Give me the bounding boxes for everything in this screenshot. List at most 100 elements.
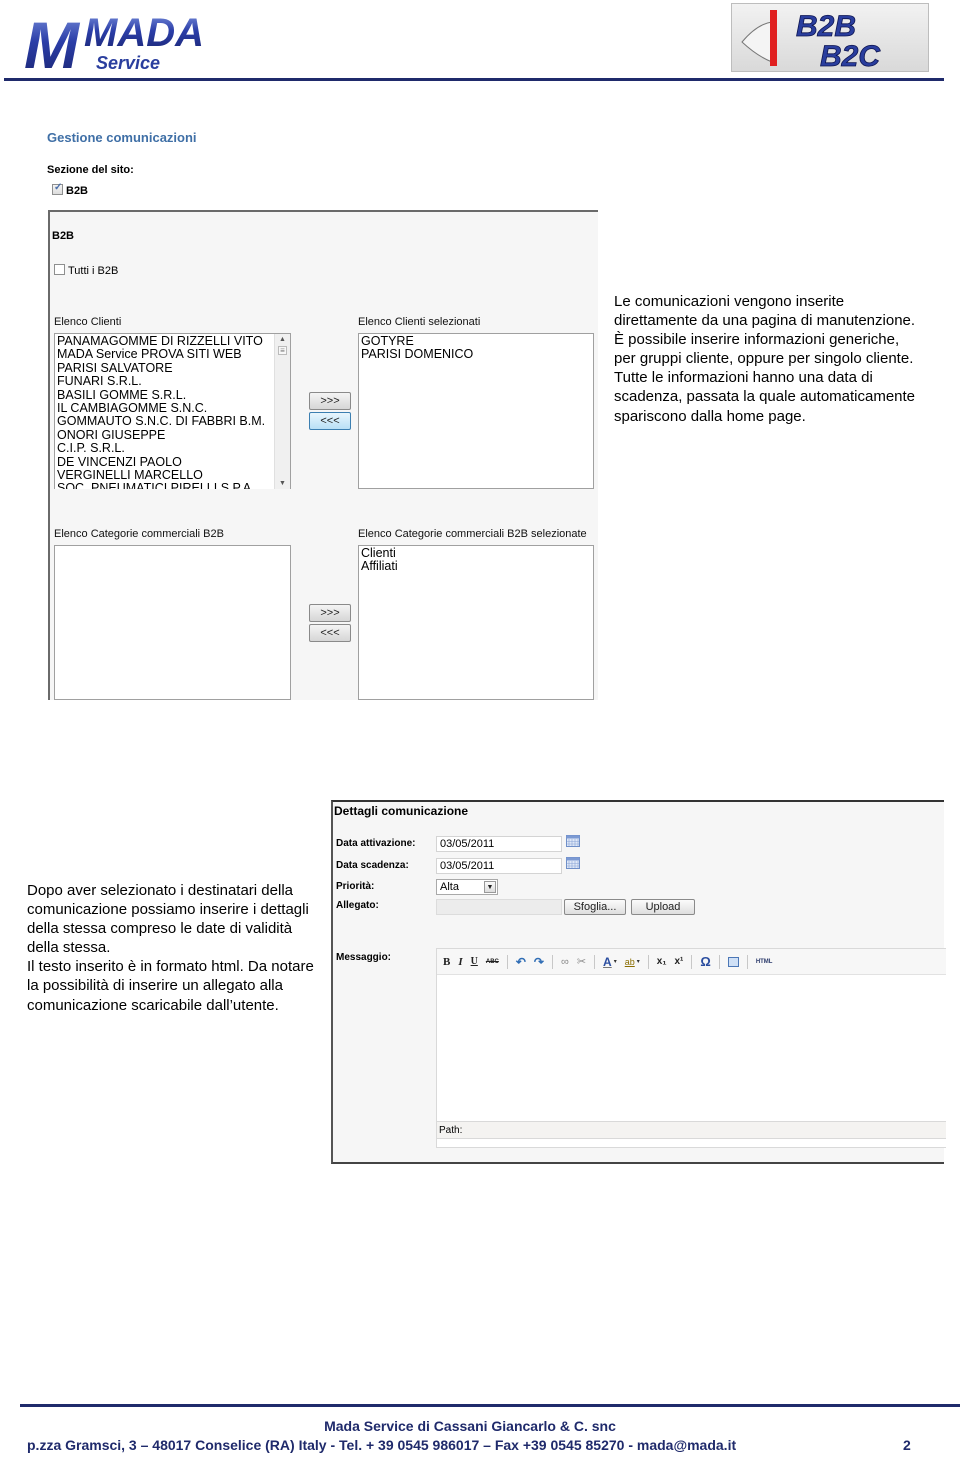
cliente-option[interactable]: SOC. PNEUMATICI PIRELLI S.P.A.	[55, 482, 290, 489]
clienti-selezionati-list[interactable]: GOTYRE PARISI DOMENICO	[358, 333, 594, 489]
b2b-panel-label: B2B	[52, 230, 75, 242]
categorie-selezionate-label: Elenco Categorie commerciali B2B selezio…	[358, 528, 587, 540]
cliente-option[interactable]: GOMMAUTO S.N.C. DI FABBRI B.M.	[55, 415, 290, 429]
unlink-icon[interactable]: ✂	[577, 956, 586, 968]
data-attivazione-label: Data attivazione:	[336, 838, 416, 849]
clienti-scrollbar[interactable]: ▲ ≡ ▼	[274, 334, 290, 489]
bold-icon[interactable]: B	[443, 956, 450, 968]
remove-categoria-button[interactable]: <<<	[309, 624, 351, 642]
add-categoria-button[interactable]: >>>	[309, 604, 351, 622]
toolbar-separator	[718, 954, 720, 969]
scroll-thumb[interactable]: ≡	[278, 346, 287, 355]
page-number: 2	[903, 1437, 911, 1453]
superscript-icon[interactable]: x¹	[674, 956, 683, 968]
toolbar-separator	[647, 954, 649, 969]
selected-categoria-option[interactable]: Affiliati	[359, 559, 593, 573]
b2b-panel: B2B Tutti i B2B Elenco Clienti PANAMAGOM…	[48, 210, 598, 700]
upload-button[interactable]: Upload	[631, 899, 695, 915]
italic-icon[interactable]: I	[458, 956, 462, 968]
categorie-label: Elenco Categorie commerciali B2B	[54, 528, 224, 540]
sfoglia-button[interactable]: Sfoglia...	[564, 899, 626, 915]
highlight-dropdown-icon[interactable]: ▾	[637, 956, 640, 968]
priorita-select[interactable]: Alta ▼	[436, 879, 498, 895]
subscript-icon[interactable]: x₁	[657, 956, 667, 968]
cliente-option[interactable]: MADA Service PROVA SITI WEB	[55, 347, 290, 361]
logo-b2b-text: B2B	[796, 10, 856, 43]
footer-divider	[20, 1404, 960, 1407]
intro-paragraph: Le comunicazioni vengono inserite dirett…	[614, 293, 916, 425]
special-char-icon[interactable]: Ω	[700, 955, 710, 968]
harp-icon	[741, 21, 773, 63]
tutti-b2b-checkbox[interactable]	[54, 264, 65, 275]
undo-icon[interactable]: ↶	[516, 956, 526, 968]
logo-red-bar	[770, 10, 777, 66]
cliente-option[interactable]: DE VINCENZI PAOLO	[55, 455, 290, 469]
remove-cliente-button[interactable]: <<<	[309, 412, 351, 430]
scroll-down-arrow-icon[interactable]: ▼	[279, 480, 286, 487]
toolbar-separator	[746, 954, 748, 969]
data-attivazione-input[interactable]: 03/05/2011	[436, 836, 562, 852]
font-color-dropdown-icon[interactable]: ▾	[614, 956, 617, 968]
logo-letter-m: M	[24, 8, 81, 72]
strikethrough-icon[interactable]: ABC	[486, 956, 499, 968]
toolbar-separator	[691, 954, 693, 969]
selected-categoria-option[interactable]: Clienti	[359, 546, 593, 560]
cliente-option[interactable]: ONORI GIUSEPPE	[55, 428, 290, 442]
b2b-checkbox[interactable]	[52, 182, 63, 195]
chevron-down-icon[interactable]: ▼	[484, 881, 496, 893]
categorie-list[interactable]	[54, 545, 291, 700]
cliente-option[interactable]: BASILI GOMME S.R.L.	[55, 388, 290, 402]
elenco-clienti-list[interactable]: PANAMAGOMME DI RIZZELLI VITO MADA Servic…	[54, 333, 291, 489]
highlight-color-icon[interactable]: ab	[625, 956, 635, 968]
tutti-b2b-label: Tutti i B2B	[68, 265, 119, 277]
cliente-option[interactable]: IL CAMBIAGOMME S.N.C.	[55, 401, 290, 415]
data-scadenza-label: Data scadenza:	[336, 860, 409, 871]
clienti-selezionati-label: Elenco Clienti selezionati	[358, 316, 481, 328]
categorie-selezionate-list[interactable]: Clienti Affiliati	[358, 545, 594, 700]
b2b-checkbox-row[interactable]: B2B	[52, 182, 88, 197]
link-icon[interactable]: ∞	[561, 956, 569, 968]
font-color-icon[interactable]: A	[603, 956, 612, 968]
allegato-file-input[interactable]	[436, 899, 562, 915]
scroll-up-arrow-icon[interactable]: ▲	[279, 336, 286, 343]
editor-path-bar: Path:	[437, 1121, 946, 1139]
cliente-option[interactable]: PARISI SALVATORE	[55, 361, 290, 375]
footer-address: p.zza Gramsci, 3 – 48017 Conselice (RA) …	[27, 1437, 737, 1453]
allegato-label: Allegato:	[336, 900, 379, 911]
html-editor[interactable]: B I U ABC ↶ ↷ ∞ ✂ A ▾ ab ▾ x₁ x¹ Ω HTML …	[436, 948, 946, 1148]
cliente-option[interactable]: PANAMAGOMME DI RIZZELLI VITO	[55, 334, 290, 348]
b2b-b2c-logo: B2B B2C	[731, 3, 929, 73]
toolbar-separator	[551, 954, 553, 969]
tutti-b2b-row[interactable]: Tutti i B2B	[54, 264, 118, 277]
dettagli-title: Dettagli comunicazione	[334, 804, 469, 818]
toolbar-separator	[506, 954, 508, 969]
underline-icon[interactable]: U	[471, 956, 478, 968]
logo-sub-text: Service	[96, 53, 160, 72]
calendar-icon[interactable]	[566, 835, 580, 847]
redo-icon[interactable]: ↷	[534, 956, 544, 968]
details-paragraph: Dopo aver selezionato i destinatari dell…	[27, 882, 314, 1014]
cliente-option[interactable]: VERGINELLI MARCELLO	[55, 468, 290, 482]
selected-cliente-option[interactable]: PARISI DOMENICO	[359, 347, 593, 361]
elenco-clienti-label: Elenco Clienti	[54, 316, 122, 328]
logo-main-text: MADA	[84, 11, 204, 55]
data-scadenza-input[interactable]: 03/05/2011	[436, 858, 562, 874]
cliente-option[interactable]: FUNARI S.R.L.	[55, 374, 290, 388]
selected-cliente-option[interactable]: GOTYRE	[359, 334, 593, 348]
html-source-icon[interactable]: HTML	[756, 956, 773, 968]
table-icon[interactable]	[727, 956, 739, 967]
priorita-label: Priorità:	[336, 881, 375, 892]
toolbar-separator	[594, 954, 596, 969]
cliente-option[interactable]: C.I.P. S.R.L.	[55, 441, 290, 455]
logo-b2c-text: B2C	[820, 40, 881, 73]
add-cliente-button[interactable]: >>>	[309, 392, 351, 410]
gestione-title: Gestione comunicazioni	[47, 130, 197, 145]
calendar-icon[interactable]	[566, 857, 580, 869]
footer-company: Mada Service di Cassani Giancarlo & C. s…	[324, 1418, 616, 1434]
messaggio-label: Messaggio:	[336, 952, 392, 963]
priorita-value: Alta	[440, 881, 459, 893]
editor-toolbar: B I U ABC ↶ ↷ ∞ ✂ A ▾ ab ▾ x₁ x¹ Ω HTML	[437, 949, 946, 975]
header-divider	[4, 78, 944, 81]
mada-service-logo: M MADA Service	[24, 8, 204, 82]
dettagli-panel: Dettagli comunicazione Data attivazione:…	[331, 800, 946, 1164]
